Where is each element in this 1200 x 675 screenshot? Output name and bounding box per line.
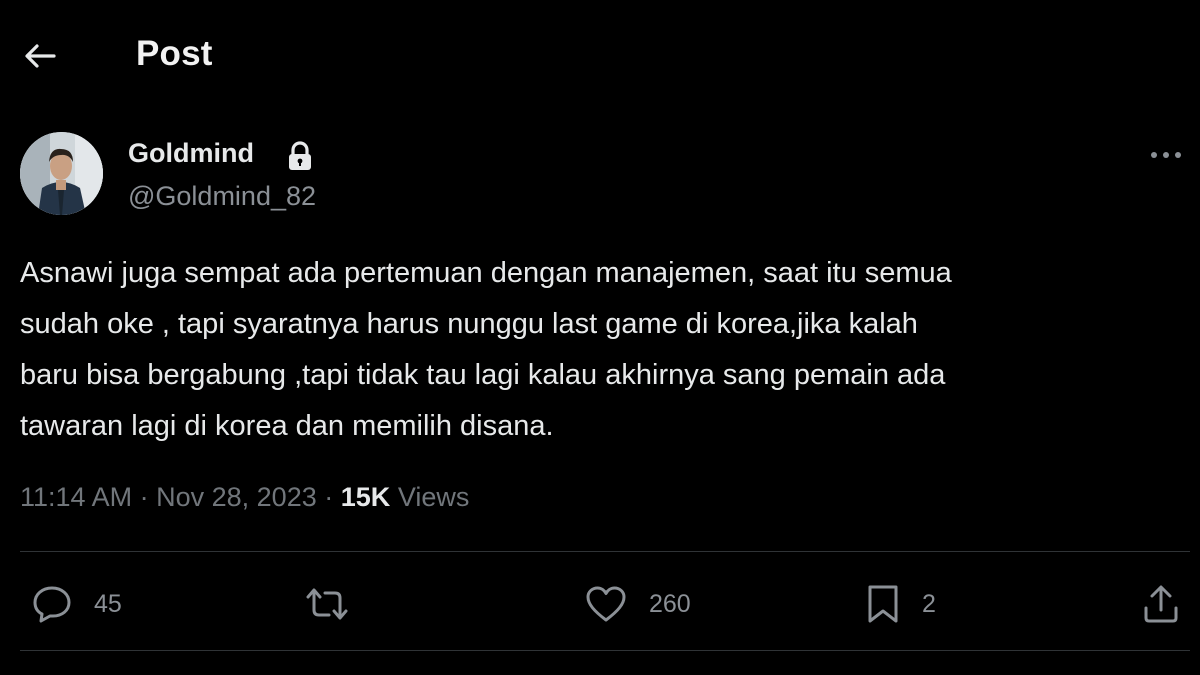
share-button[interactable] xyxy=(1143,582,1179,626)
post-header: Post xyxy=(0,0,1200,110)
arrow-left-icon xyxy=(25,44,56,68)
avatar[interactable] xyxy=(20,132,103,215)
more-horizontal-icon xyxy=(1151,152,1181,158)
author-display-name[interactable]: Goldmind xyxy=(128,138,254,169)
tweet-text-line: baru bisa bergabung ,tapi tidak tau lagi… xyxy=(20,359,946,391)
reply-button[interactable]: 45 xyxy=(32,582,122,626)
reply-icon xyxy=(33,586,71,623)
reply-count: 45 xyxy=(94,589,122,618)
page-title: Post xyxy=(136,34,213,73)
tweet-text-line: sudah oke , tapi syaratnya harus nunggu … xyxy=(20,308,918,340)
divider xyxy=(20,551,1190,552)
divider xyxy=(20,650,1190,651)
more-options-button[interactable] xyxy=(1146,140,1186,170)
like-button[interactable]: 260 xyxy=(585,582,691,626)
like-count: 260 xyxy=(649,589,691,618)
views-count: 15K xyxy=(340,482,391,512)
separator: · xyxy=(324,482,334,512)
tweet-date[interactable]: Nov 28, 2023 xyxy=(156,482,317,512)
share-icon xyxy=(1144,585,1178,623)
tweet-metadata: 11:14 AM · Nov 28, 2023 · 15K Views xyxy=(20,482,469,513)
lock-icon xyxy=(287,141,313,171)
heart-icon xyxy=(586,586,626,622)
bookmark-icon xyxy=(868,585,898,623)
tweet-text-line: Asnawi juga sempat ada pertemuan dengan … xyxy=(20,257,952,289)
bookmark-count: 2 xyxy=(922,589,936,618)
back-button[interactable] xyxy=(20,36,60,76)
tweet-text: Asnawi juga sempat ada pertemuan dengan … xyxy=(20,248,1190,452)
author-handle[interactable]: @Goldmind_82 xyxy=(128,181,316,212)
avatar-photo xyxy=(20,132,103,215)
tweet-time[interactable]: 11:14 AM xyxy=(20,482,132,512)
repost-button[interactable] xyxy=(304,582,372,626)
views-label: Views xyxy=(397,482,470,512)
tweet-text-line: tawaran lagi di korea dan memilih disana… xyxy=(20,410,554,442)
bookmark-button[interactable]: 2 xyxy=(866,582,936,626)
repost-icon xyxy=(306,588,348,620)
separator: · xyxy=(139,482,149,512)
